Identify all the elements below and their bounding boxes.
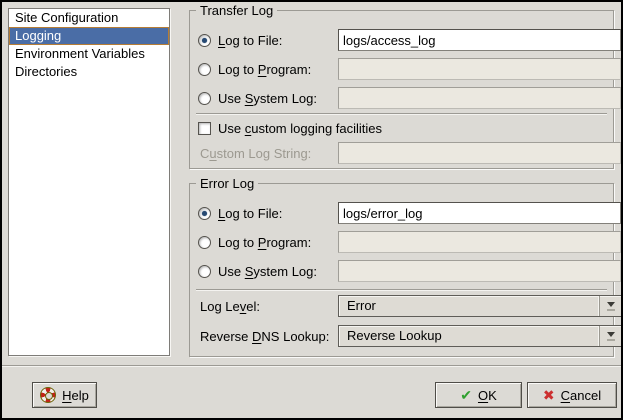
error-system-log-input <box>338 260 621 282</box>
use-custom-logging-label: Use custom logging facilities <box>218 121 382 136</box>
error-log-to-file-label: Log to File: <box>218 206 282 221</box>
error-log-group: Error Log Log to File: Log to Program: U… <box>189 183 614 357</box>
custom-log-string-input <box>338 142 621 164</box>
ok-button[interactable]: ✔ OK <box>435 382 522 408</box>
logging-settings-dialog: Site Configuration Logging Environment V… <box>0 0 623 420</box>
error-log-to-file-radio[interactable] <box>198 207 211 220</box>
transfer-log-separator <box>196 113 607 115</box>
reverse-dns-value: Reverse Lookup <box>339 326 599 346</box>
transfer-use-system-log-label: Use System Log: <box>218 91 317 106</box>
reverse-dns-row: Reverse DNS Lookup: Reverse Lookup <box>198 325 603 347</box>
cancel-button[interactable]: ✖ Cancel <box>527 382 617 408</box>
transfer-log-to-program-row: Log to Program: <box>198 58 603 80</box>
custom-log-string-label: Custom Log String: <box>200 146 311 161</box>
transfer-log-to-file-label: Log to File: <box>218 33 282 48</box>
x-icon: ✖ <box>543 388 555 402</box>
ok-button-label: OK <box>478 388 497 403</box>
sidebar-item-environment-variables[interactable]: Environment Variables <box>9 45 169 63</box>
error-log-to-program-row: Log to Program: <box>198 231 603 253</box>
reverse-dns-dropdown[interactable]: Reverse Lookup <box>338 325 622 347</box>
error-log-to-program-radio[interactable] <box>198 236 211 249</box>
lifebuoy-help-icon <box>40 387 56 403</box>
transfer-log-group: Transfer Log Log to File: Log to Program… <box>189 10 614 169</box>
custom-log-string-row: Custom Log String: <box>198 142 603 164</box>
transfer-system-log-input <box>338 87 621 109</box>
error-log-to-file-row: Log to File: <box>198 202 603 224</box>
help-button-label: Help <box>62 388 89 403</box>
check-icon: ✔ <box>460 388 472 402</box>
error-use-system-log-label: Use System Log: <box>218 264 317 279</box>
transfer-log-title: Transfer Log <box>196 3 277 18</box>
error-log-title: Error Log <box>196 176 258 191</box>
transfer-log-program-input <box>338 58 621 80</box>
category-list: Site Configuration Logging Environment V… <box>8 8 170 356</box>
error-use-system-log-row: Use System Log: <box>198 260 603 282</box>
error-log-to-program-label: Log to Program: <box>218 235 311 250</box>
help-button[interactable]: Help <box>32 382 97 408</box>
use-custom-logging-checkbox[interactable] <box>198 122 211 135</box>
cancel-button-label: Cancel <box>561 388 601 403</box>
transfer-log-to-file-radio[interactable] <box>198 34 211 47</box>
error-use-system-log-radio[interactable] <box>198 265 211 278</box>
log-level-dropdown[interactable]: Error <box>338 295 622 317</box>
error-log-separator <box>196 289 607 291</box>
transfer-log-to-file-row: Log to File: <box>198 29 603 51</box>
sidebar-item-logging[interactable]: Logging <box>9 27 169 45</box>
log-level-row: Log Level: Error <box>198 295 603 317</box>
reverse-dns-label: Reverse DNS Lookup: <box>200 329 329 344</box>
error-log-program-input <box>338 231 621 253</box>
sidebar-item-site-configuration[interactable]: Site Configuration <box>9 9 169 27</box>
use-custom-logging-row: Use custom logging facilities <box>198 120 603 136</box>
log-level-label: Log Level: <box>200 299 260 314</box>
chevron-down-icon <box>599 296 621 316</box>
sidebar-item-directories[interactable]: Directories <box>9 63 169 81</box>
error-log-file-input[interactable] <box>338 202 621 224</box>
transfer-log-file-input[interactable] <box>338 29 621 51</box>
action-area-separator <box>2 365 621 367</box>
transfer-log-to-program-radio[interactable] <box>198 63 211 76</box>
transfer-use-system-log-row: Use System Log: <box>198 87 603 109</box>
transfer-log-to-program-label: Log to Program: <box>218 62 311 77</box>
transfer-use-system-log-radio[interactable] <box>198 92 211 105</box>
chevron-down-icon <box>599 326 621 346</box>
log-level-value: Error <box>339 296 599 316</box>
